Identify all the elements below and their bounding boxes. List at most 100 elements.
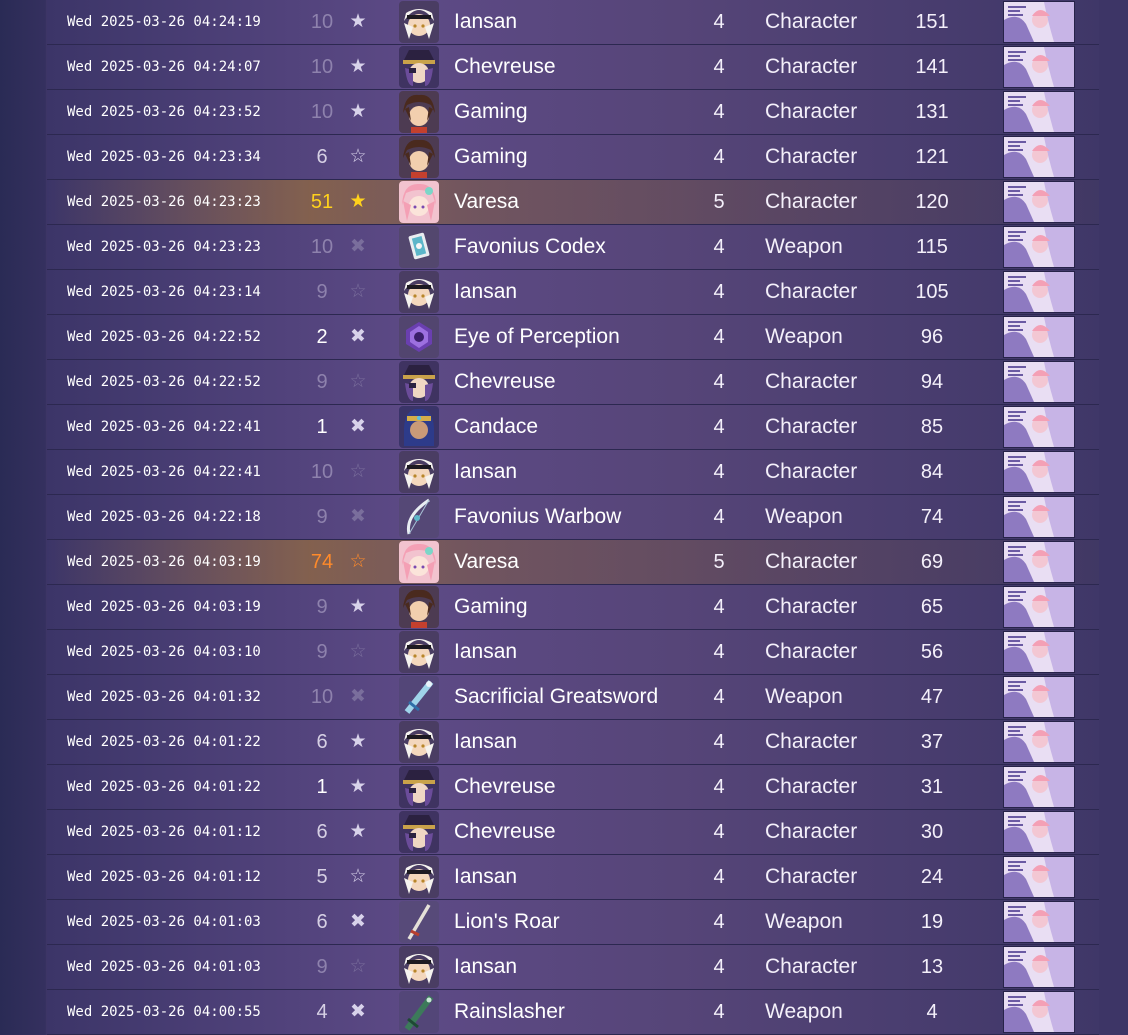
filled-star-icon: ★ bbox=[349, 731, 367, 752]
pull-number: 13 bbox=[920, 956, 944, 978]
pull-time: Wed 2025-03-26 04:01:22 bbox=[67, 779, 261, 795]
gaming-portrait-icon bbox=[399, 91, 439, 133]
item-rarity: 4 bbox=[713, 776, 725, 798]
filled-star-icon: ★ bbox=[349, 821, 367, 842]
table-row[interactable]: Wed 2025-03-26 04:22:52 2 ✖ Eye of Percepti… bbox=[47, 315, 1099, 360]
table-row[interactable]: Wed 2025-03-26 04:01:03 6 ✖ Lion's Roar 4 Wea… bbox=[47, 900, 1099, 945]
item-type: Character bbox=[765, 10, 858, 33]
pity-count: 10 bbox=[310, 101, 334, 123]
item-name: Gaming bbox=[454, 145, 528, 168]
table-row[interactable]: Wed 2025-03-26 04:03:19 74 ☆ Varesa 5 Charact… bbox=[47, 540, 1099, 585]
pull-number: 85 bbox=[920, 416, 944, 438]
table-row[interactable]: Wed 2025-03-26 04:23:23 51 ★ Varesa 5 Charact… bbox=[47, 180, 1099, 225]
iansan-portrait-icon bbox=[399, 946, 439, 988]
varesa-portrait-icon bbox=[399, 541, 439, 583]
pull-time: Wed 2025-03-26 04:01:32 bbox=[67, 689, 261, 705]
pull-time: Wed 2025-03-26 04:03:10 bbox=[67, 644, 261, 660]
pull-number: 105 bbox=[915, 281, 949, 303]
item-rarity: 4 bbox=[713, 11, 725, 33]
item-rarity: 4 bbox=[713, 56, 725, 78]
banner-thumbnail-icon bbox=[1003, 991, 1075, 1033]
sacrificial-greatsword-icon bbox=[399, 676, 439, 718]
table-row[interactable]: Wed 2025-03-26 04:22:41 10 ☆ Iansan 4 Charact… bbox=[47, 450, 1099, 495]
lions-roar-icon bbox=[399, 901, 439, 943]
table-row[interactable]: Wed 2025-03-26 04:22:18 9 ✖ Favonius Warbow… bbox=[47, 495, 1099, 540]
item-rarity: 4 bbox=[713, 281, 725, 303]
candace-portrait-icon bbox=[399, 406, 439, 448]
table-row[interactable]: Wed 2025-03-26 04:23:34 6 ☆ Gaming 4 Characte… bbox=[47, 135, 1099, 180]
table-row[interactable]: Wed 2025-03-26 04:23:52 10 ★ Gaming 4 Charact… bbox=[47, 90, 1099, 135]
item-rarity: 4 bbox=[713, 236, 725, 258]
table-row[interactable]: Wed 2025-03-26 04:01:22 1 ★ Chevreuse 4 Chara… bbox=[47, 765, 1099, 810]
table-row[interactable]: Wed 2025-03-26 04:23:23 10 ✖ Favonius Codex… bbox=[47, 225, 1099, 270]
filled-star-icon: ★ bbox=[349, 776, 367, 797]
table-row[interactable]: Wed 2025-03-26 04:22:41 1 ✖ Candace 4 Charact… bbox=[47, 405, 1099, 450]
outline-star-icon: ☆ bbox=[349, 551, 367, 572]
table-row[interactable]: Wed 2025-03-26 04:22:52 9 ☆ Chevreuse 4 Chara… bbox=[47, 360, 1099, 405]
item-type: Character bbox=[765, 775, 858, 798]
table-row[interactable]: Wed 2025-03-26 04:00:55 4 ✖ Rainslasher 4 Wea… bbox=[47, 990, 1099, 1035]
table-row[interactable]: Wed 2025-03-26 04:01:32 10 ✖ Sacrificial Gr… bbox=[47, 675, 1099, 720]
pull-number: 84 bbox=[920, 461, 944, 483]
pull-number: 121 bbox=[915, 146, 949, 168]
item-type: Weapon bbox=[765, 325, 843, 348]
item-type: Character bbox=[765, 280, 858, 303]
pity-count: 1 bbox=[316, 416, 328, 438]
table-row[interactable]: Wed 2025-03-26 04:24:19 10 ★ Iansan 4 Charact… bbox=[47, 0, 1099, 45]
pull-number: 65 bbox=[920, 596, 944, 618]
favonius-warbow-icon bbox=[399, 496, 439, 538]
item-type: Character bbox=[765, 100, 858, 123]
item-name: Chevreuse bbox=[454, 370, 556, 393]
table-row[interactable]: Wed 2025-03-26 04:01:03 9 ☆ Iansan 4 Characte… bbox=[47, 945, 1099, 990]
crossed-star-icon: ✖ bbox=[350, 1001, 366, 1022]
pity-count: 10 bbox=[310, 236, 334, 258]
table-row[interactable]: Wed 2025-03-26 04:23:14 9 ☆ Iansan 4 Characte… bbox=[47, 270, 1099, 315]
filled-star-icon: ★ bbox=[349, 191, 367, 212]
banner-thumbnail-icon bbox=[1003, 496, 1075, 538]
item-type: Weapon bbox=[765, 235, 843, 258]
pull-number: 96 bbox=[920, 326, 944, 348]
item-rarity: 4 bbox=[713, 731, 725, 753]
pull-time: Wed 2025-03-26 04:01:12 bbox=[67, 824, 261, 840]
pity-count: 10 bbox=[310, 11, 334, 33]
crossed-star-icon: ✖ bbox=[350, 506, 366, 527]
banner-thumbnail-icon bbox=[1003, 586, 1075, 628]
filled-star-icon: ★ bbox=[349, 11, 367, 32]
banner-thumbnail-icon bbox=[1003, 676, 1075, 718]
pull-number: 31 bbox=[920, 776, 944, 798]
table-row[interactable]: Wed 2025-03-26 04:03:10 9 ☆ Iansan 4 Characte… bbox=[47, 630, 1099, 675]
pull-number: 120 bbox=[915, 191, 949, 213]
pity-count: 10 bbox=[310, 56, 334, 78]
pull-time: Wed 2025-03-26 04:22:41 bbox=[67, 464, 261, 480]
banner-thumbnail-icon bbox=[1003, 946, 1075, 988]
iansan-portrait-icon bbox=[399, 856, 439, 898]
table-row[interactable]: Wed 2025-03-26 04:01:12 5 ☆ Iansan 4 Characte… bbox=[47, 855, 1099, 900]
pull-number: 74 bbox=[920, 506, 944, 528]
item-rarity: 4 bbox=[713, 821, 725, 843]
item-type: Character bbox=[765, 145, 858, 168]
pity-count: 9 bbox=[316, 506, 328, 528]
item-type: Character bbox=[765, 460, 858, 483]
banner-thumbnail-icon bbox=[1003, 46, 1075, 88]
table-row[interactable]: Wed 2025-03-26 04:24:07 10 ★ Chevreuse 4 Char… bbox=[47, 45, 1099, 90]
item-type: Character bbox=[765, 730, 858, 753]
item-rarity: 4 bbox=[713, 101, 725, 123]
table-row[interactable]: Wed 2025-03-26 04:01:22 6 ★ Iansan 4 Characte… bbox=[47, 720, 1099, 765]
crossed-star-icon: ✖ bbox=[350, 236, 366, 257]
item-type: Character bbox=[765, 595, 858, 618]
item-rarity: 4 bbox=[713, 686, 725, 708]
crossed-star-icon: ✖ bbox=[350, 416, 366, 437]
pull-time: Wed 2025-03-26 04:22:52 bbox=[67, 374, 261, 390]
item-name: Chevreuse bbox=[454, 775, 556, 798]
gaming-portrait-icon bbox=[399, 586, 439, 628]
gaming-portrait-icon bbox=[399, 136, 439, 178]
item-name: Iansan bbox=[454, 955, 518, 978]
iansan-portrait-icon bbox=[399, 721, 439, 763]
crossed-star-icon: ✖ bbox=[350, 326, 366, 347]
pull-time: Wed 2025-03-26 04:24:07 bbox=[67, 59, 261, 75]
banner-thumbnail-icon bbox=[1003, 181, 1075, 223]
crossed-star-icon: ✖ bbox=[350, 911, 366, 932]
item-name: Sacrificial Greatsword bbox=[454, 685, 659, 708]
table-row[interactable]: Wed 2025-03-26 04:01:12 6 ★ Chevreuse 4 Chara… bbox=[47, 810, 1099, 855]
table-row[interactable]: Wed 2025-03-26 04:03:19 9 ★ Gaming 4 Characte… bbox=[47, 585, 1099, 630]
